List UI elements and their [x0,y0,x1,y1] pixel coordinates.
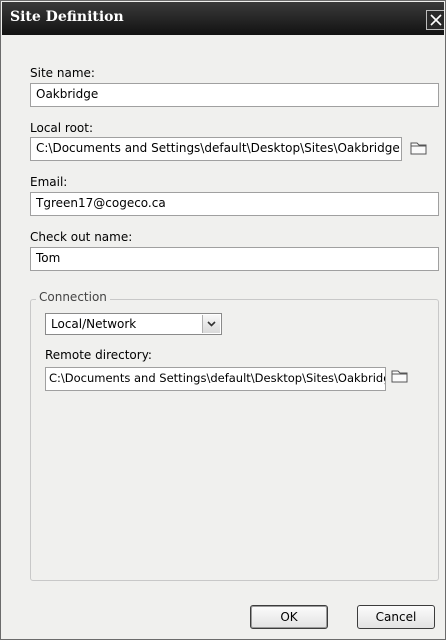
connection-type-select[interactable]: Local/Network [45,313,222,335]
dialog-title: Site Definition [10,9,124,25]
dropdown-button[interactable] [202,315,220,333]
local-root-label: Local root: [30,121,94,135]
local-root-input[interactable]: C:\Documents and Settings\default\Deskto… [30,137,402,161]
email-input[interactable]: Tgreen17@cogeco.ca [30,192,439,216]
close-button[interactable] [426,10,444,30]
close-icon [429,14,442,26]
connection-group [30,299,439,581]
email-label: Email: [30,175,68,189]
checkout-name-label: Check out name: [30,230,133,244]
checkout-name-input[interactable]: Tom [30,247,439,271]
ok-button[interactable]: OK [250,605,328,629]
remote-directory-browse-button[interactable] [390,368,410,384]
cancel-button[interactable]: Cancel [357,605,435,629]
site-definition-dialog: Site Definition Site name: Oakbridge Loc… [0,0,446,640]
folder-icon [410,142,427,155]
connection-group-title: Connection [36,290,110,304]
chevron-down-icon [207,321,216,327]
remote-directory-label: Remote directory: [45,348,152,362]
site-name-input[interactable]: Oakbridge [30,83,439,107]
connection-type-value: Local/Network [51,317,137,331]
site-name-label: Site name: [30,66,95,80]
remote-directory-input[interactable]: C:\Documents and Settings\default\Deskto… [45,367,386,391]
local-root-browse-button[interactable] [409,140,429,156]
title-bar[interactable]: Site Definition [2,2,444,35]
folder-icon [391,370,408,383]
